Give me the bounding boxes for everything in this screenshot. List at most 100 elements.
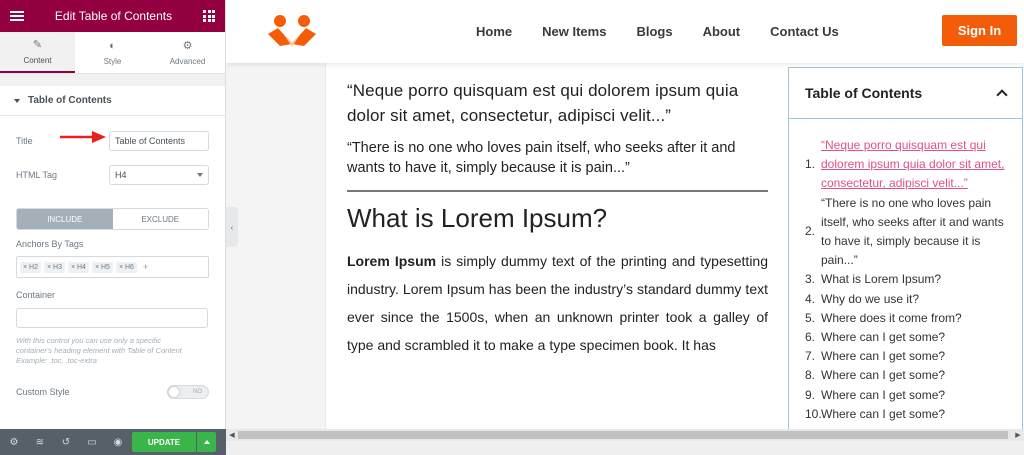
update-options-button[interactable] xyxy=(197,432,216,452)
toc-item[interactable]: 3. What is Lorem Ipsum? xyxy=(805,270,1006,289)
paragraph-bold-lead: Lorem Ipsum xyxy=(347,253,437,269)
title-input[interactable]: Table of Contents xyxy=(109,131,209,151)
toc-link[interactable]: Where can I get some? xyxy=(821,386,945,405)
toc-list: 1. “Neque porro quisquam est qui dolorem … xyxy=(805,136,1006,424)
toc-number: 4. xyxy=(805,291,816,306)
toc-item[interactable]: 6. Where can I get some? xyxy=(805,328,1006,347)
caret-up-icon xyxy=(203,440,210,444)
horizontal-scrollbar[interactable]: ◀ ▶ xyxy=(226,429,1024,441)
toc-number: 5. xyxy=(805,310,816,325)
container-input[interactable] xyxy=(16,308,208,328)
custom-style-toggle[interactable]: NO xyxy=(167,385,209,399)
toc-item[interactable]: 5. Where does it come from? xyxy=(805,309,1006,328)
quote-heading-2: “There is no one who loves pain itself, … xyxy=(347,140,736,176)
custom-style-control: Custom Style NO xyxy=(16,385,209,399)
history-icon[interactable]: ↺ xyxy=(60,437,72,448)
panel-tabs: ✎ Content ◐ Style ⚙ Advanced xyxy=(0,32,225,74)
html-tag-select[interactable]: H4 xyxy=(109,165,209,185)
nav-contact-us[interactable]: Contact Us xyxy=(770,24,839,39)
toc-link[interactable]: What is Lorem Ipsum? xyxy=(821,270,941,289)
quote-heading-1: “Neque porro quisquam est qui dolorem ip… xyxy=(347,81,739,125)
nav-blogs[interactable]: Blogs xyxy=(636,24,672,39)
toc-item[interactable]: 9. Where can I get some? xyxy=(805,386,1006,405)
toc-number: 8. xyxy=(805,368,816,383)
pencil-icon: ✎ xyxy=(32,38,43,51)
tab-advanced[interactable]: ⚙ Advanced xyxy=(150,32,225,73)
site-preview: Home New Items Blogs About Contact Us Si… xyxy=(226,0,1024,455)
container-help: With this control you can use only a spe… xyxy=(16,336,196,366)
widgets-grid-icon[interactable] xyxy=(203,10,215,22)
update-button[interactable]: UPDATE xyxy=(132,432,196,452)
toc-link[interactable]: Where can I get some? xyxy=(821,405,945,424)
title-control: Title Table of Contents xyxy=(16,116,209,151)
toc-link[interactable]: Why do we use it? xyxy=(821,290,919,309)
container-label: Container xyxy=(16,290,56,300)
toc-number: 6. xyxy=(805,330,816,345)
toc-link[interactable]: Where can I get some? xyxy=(821,328,945,347)
tab-content[interactable]: ✎ Content xyxy=(0,32,75,73)
toc-number: 2. xyxy=(805,224,816,239)
anchor-tags-input[interactable]: × H2 × H3 × H4 × H5 × H6 + xyxy=(16,256,209,278)
title-label: Title xyxy=(16,136,33,146)
table-of-contents-widget: Table of Contents 1. “Neque porro quisqua… xyxy=(788,67,1023,439)
scroll-right-arrow-icon[interactable]: ▶ xyxy=(1012,429,1024,441)
nav-home[interactable]: Home xyxy=(476,24,512,39)
toc-header[interactable]: Table of Contents xyxy=(789,68,1022,119)
menu-icon[interactable] xyxy=(10,11,24,21)
toc-link[interactable]: “There is no one who loves pain itself, … xyxy=(821,194,1006,271)
scroll-left-arrow-icon[interactable]: ◀ xyxy=(226,429,238,441)
tag-h2[interactable]: × H2 xyxy=(20,261,41,273)
responsive-mode-icon[interactable]: ▭ xyxy=(86,437,98,448)
toc-item[interactable]: 1. “Neque porro quisquam est qui dolorem … xyxy=(805,136,1006,194)
settings-icon[interactable]: ⚙ xyxy=(8,437,20,448)
exclude-button[interactable]: EXCLUDE xyxy=(112,209,208,229)
half-circle-icon: ◐ xyxy=(109,39,116,52)
panel-header: Edit Table of Contents xyxy=(0,0,225,32)
toc-body: 1. “Neque porro quisquam est qui dolorem … xyxy=(789,119,1022,439)
toc-link[interactable]: Where does it come from? xyxy=(821,309,962,328)
tab-content-label: Content xyxy=(23,55,52,65)
toc-number: 10. xyxy=(805,406,822,421)
toc-number: 3. xyxy=(805,272,816,287)
toc-link[interactable]: Where can I get some? xyxy=(821,366,945,385)
article-paragraph: Lorem Ipsum is simply dummy text of the … xyxy=(347,247,768,359)
toc-link[interactable]: Where can I get some? xyxy=(821,347,945,366)
include-button[interactable]: INCLUDE xyxy=(17,209,113,229)
panel-footer: ⚙ ≋ ↺ ▭ ◉ UPDATE xyxy=(0,429,226,455)
nav-about[interactable]: About xyxy=(703,24,741,39)
main-nav: Home New Items Blogs About Contact Us xyxy=(476,24,839,39)
dropdown-arrow-icon xyxy=(197,173,203,177)
controls: Title Table of Contents HTML Tag H4 INCL… xyxy=(0,116,225,436)
divider xyxy=(347,190,768,192)
html-tag-value: H4 xyxy=(115,170,127,180)
scrollbar-thumb[interactable] xyxy=(238,431,1008,439)
brand-logo[interactable] xyxy=(266,14,318,48)
gear-icon: ⚙ xyxy=(182,39,193,52)
red-arrow-icon xyxy=(60,131,106,143)
tag-h6[interactable]: × H6 xyxy=(115,261,137,273)
article-heading: What is Lorem Ipsum? xyxy=(347,203,608,233)
toc-link-active[interactable]: “Neque porro quisquam est qui dolorem ip… xyxy=(821,136,1006,194)
nav-new-items[interactable]: New Items xyxy=(542,24,606,39)
collapse-panel-handle[interactable]: ‹ xyxy=(226,207,238,247)
chevron-up-icon[interactable] xyxy=(996,89,1008,101)
tab-style[interactable]: ◐ Style xyxy=(75,32,150,73)
toc-item[interactable]: 8. Where can I get some? xyxy=(805,366,1006,385)
navigator-layers-icon[interactable]: ≋ xyxy=(34,437,46,448)
tag-h5[interactable]: × H5 xyxy=(91,261,113,273)
tag-h4[interactable]: × H4 xyxy=(67,261,89,273)
sign-in-button[interactable]: Sign In xyxy=(942,15,1017,46)
tab-advanced-label: Advanced xyxy=(169,56,206,66)
html-tag-label: HTML Tag xyxy=(16,170,58,180)
toc-item[interactable]: 10. Where can I get some? xyxy=(805,405,1006,424)
add-tag-icon[interactable]: + xyxy=(140,262,151,272)
preview-eye-icon[interactable]: ◉ xyxy=(112,437,124,448)
tag-h3[interactable]: × H3 xyxy=(43,261,65,273)
container-example: Example: .toc, .toc-extra xyxy=(16,356,97,365)
toc-item[interactable]: 2. “There is no one who loves pain itself… xyxy=(805,194,1006,271)
section-toggle-table-of-contents[interactable]: Table of Contents xyxy=(0,86,225,116)
page-gutter xyxy=(226,63,326,455)
toc-title: Table of Contents xyxy=(805,85,923,101)
toc-item[interactable]: 7. Where can I get some? xyxy=(805,347,1006,366)
toc-item[interactable]: 4. Why do we use it? xyxy=(805,290,1006,309)
